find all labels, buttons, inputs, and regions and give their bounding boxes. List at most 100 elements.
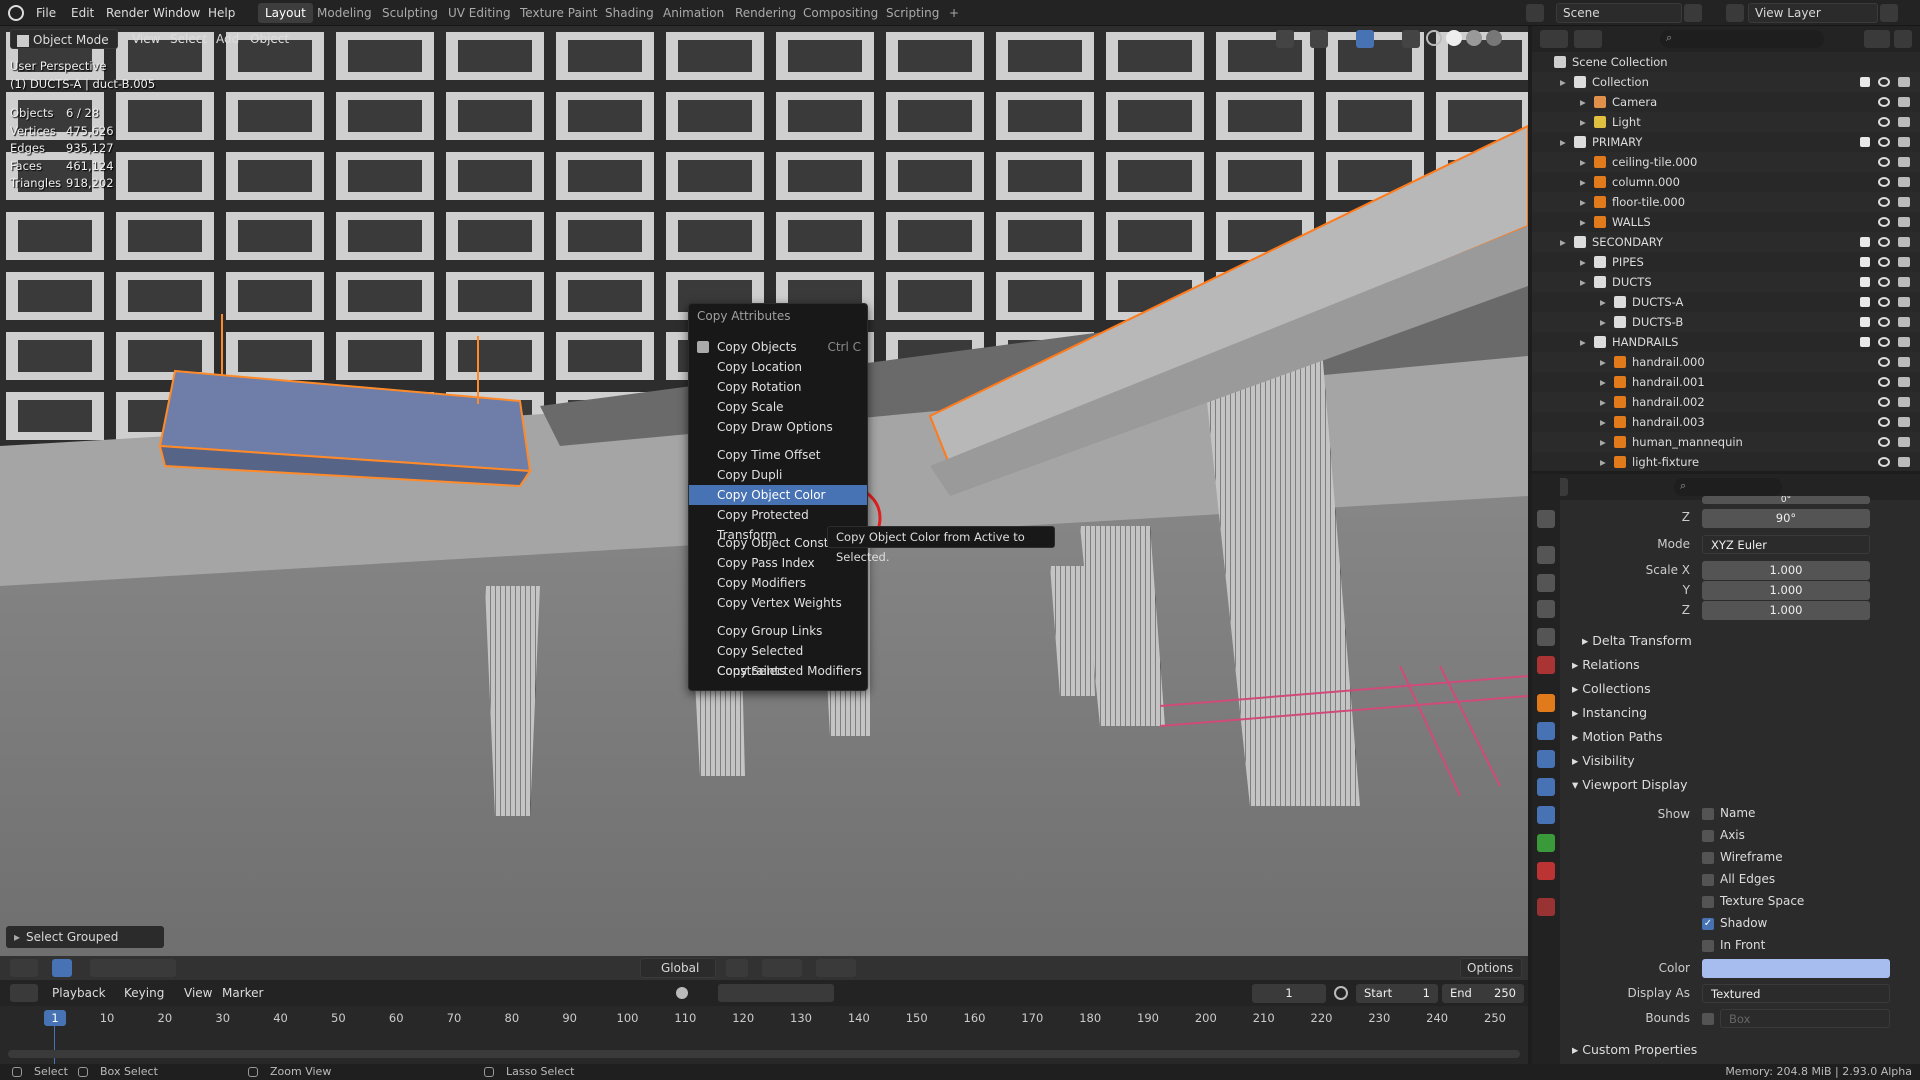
tab-compositing[interactable]: Compositing	[796, 3, 885, 23]
outliner-row-walls[interactable]: ▸ WALLS	[1532, 212, 1920, 232]
pivot-icon[interactable]	[726, 959, 748, 977]
exclude-checkbox[interactable]	[1860, 277, 1870, 287]
tool-tab-icon[interactable]	[1537, 510, 1555, 528]
eye-icon[interactable]	[1878, 357, 1890, 367]
tab-uv-editing[interactable]: UV Editing	[441, 3, 518, 23]
outliner-row-ducts-a[interactable]: ▸ DUCTS-A	[1532, 292, 1920, 312]
filter-icon[interactable]	[1864, 30, 1890, 48]
render-camera-icon[interactable]	[1898, 457, 1910, 467]
eye-icon[interactable]	[1878, 177, 1890, 187]
tab-texture-paint[interactable]: Texture Paint	[513, 3, 604, 23]
expand-arrow-icon[interactable]: ▸	[1580, 332, 1586, 352]
panel-relations[interactable]: ▸ Relations	[1572, 657, 1640, 672]
timeline-editor-type-icon[interactable]	[10, 984, 38, 1002]
show-shadow-checkbox[interactable]: ✓	[1702, 918, 1714, 930]
eye-icon[interactable]	[1878, 457, 1890, 467]
outliner-row-column-000[interactable]: ▸ column.000	[1532, 172, 1920, 192]
render-camera-icon[interactable]	[1898, 77, 1910, 87]
object-color-swatch[interactable]	[1702, 959, 1890, 978]
outliner-row-secondary[interactable]: ▸ SECONDARY	[1532, 232, 1920, 252]
expand-arrow-icon[interactable]: ▸	[1580, 152, 1586, 172]
eye-icon[interactable]	[1878, 117, 1890, 127]
menu-keying[interactable]: Keying	[118, 983, 170, 1003]
outliner-row-pipes[interactable]: ▸ PIPES	[1532, 252, 1920, 272]
expand-arrow-icon[interactable]: ▸	[1560, 232, 1566, 252]
expand-arrow-icon[interactable]: ▸	[1580, 252, 1586, 272]
menu-item-copy-group-links[interactable]: Copy Group Links	[689, 621, 867, 641]
menu-item-copy-selected-modifiers[interactable]: Copy Selected Modifiers	[689, 661, 867, 681]
gizmo-icon[interactable]	[1310, 30, 1328, 48]
xray-icon[interactable]	[1402, 30, 1420, 48]
menu-marker[interactable]: Marker	[216, 983, 269, 1003]
menu-view[interactable]: View	[126, 29, 166, 49]
visibility-icon[interactable]	[1276, 30, 1294, 48]
snap-icon[interactable]	[762, 959, 802, 977]
expand-arrow-icon[interactable]: ▸	[1580, 192, 1586, 212]
expand-arrow-icon[interactable]: ▸	[1600, 392, 1606, 412]
modifier-tab-icon[interactable]	[1537, 722, 1555, 740]
tab-animation[interactable]: Animation	[656, 3, 731, 23]
expand-arrow-icon[interactable]: ▸	[1580, 112, 1586, 132]
world-tab-icon[interactable]	[1537, 656, 1555, 674]
expand-arrow-icon[interactable]: ▸	[1600, 352, 1606, 372]
expand-arrow-icon[interactable]: ▸	[1600, 372, 1606, 392]
last-operator-panel[interactable]: ▸ Select Grouped	[6, 926, 164, 948]
tab-scripting[interactable]: Scripting	[879, 3, 946, 23]
show-all-edges-checkbox[interactable]	[1702, 874, 1714, 886]
render-camera-icon[interactable]	[1898, 97, 1910, 107]
panel-instancing[interactable]: ▸ Instancing	[1572, 705, 1647, 720]
outliner-row-ducts[interactable]: ▸ DUCTS	[1532, 272, 1920, 292]
menu-select[interactable]: Select	[164, 29, 213, 49]
outliner-row-collection[interactable]: ▸ Collection	[1532, 72, 1920, 92]
exclude-checkbox[interactable]	[1860, 337, 1870, 347]
record-icon[interactable]	[676, 987, 688, 999]
menu-item-copy-protected-transform[interactable]: Copy Protected Transform	[689, 505, 867, 542]
eye-icon[interactable]	[1878, 277, 1890, 287]
bounds-checkbox[interactable]	[1702, 1013, 1714, 1025]
render-camera-icon[interactable]	[1898, 357, 1910, 367]
eye-icon[interactable]	[1878, 237, 1890, 247]
outliner-editor-type-icon[interactable]	[1540, 30, 1568, 48]
render-camera-icon[interactable]	[1898, 277, 1910, 287]
render-camera-icon[interactable]	[1898, 337, 1910, 347]
outliner-row-floor-tile-000[interactable]: ▸ floor-tile.000	[1532, 192, 1920, 212]
outliner-row-scene-collection[interactable]: Scene Collection	[1532, 52, 1920, 72]
new-collection-icon[interactable]	[1894, 30, 1912, 48]
object-tab-icon[interactable]	[1537, 694, 1555, 712]
view-layer-selector[interactable]: View Layer	[1748, 3, 1878, 23]
outliner-row-primary[interactable]: ▸ PRIMARY	[1532, 132, 1920, 152]
outliner-row-human-mannequin[interactable]: ▸ human_mannequin	[1532, 432, 1920, 452]
scene-tab-icon[interactable]	[1537, 628, 1555, 646]
expand-arrow-icon[interactable]: ▸	[1600, 432, 1606, 452]
solid-shading-icon[interactable]	[1446, 30, 1462, 46]
menu-edit[interactable]: Edit	[65, 0, 100, 26]
new-view-layer-icon[interactable]	[1880, 4, 1898, 22]
outliner-row-light-fixture[interactable]: ▸ light-fixture	[1532, 452, 1920, 472]
menu-playback[interactable]: Playback	[46, 983, 112, 1003]
view-layer-icon[interactable]	[1726, 4, 1744, 22]
render-camera-icon[interactable]	[1898, 177, 1910, 187]
menu-item-copy-vertex-weights[interactable]: Copy Vertex Weights	[689, 593, 867, 613]
render-camera-icon[interactable]	[1898, 377, 1910, 387]
show-axis-checkbox[interactable]	[1702, 830, 1714, 842]
selection-mode-icons[interactable]	[90, 959, 176, 977]
menu-item-copy-selected-constraints[interactable]: Copy Selected Constraints	[689, 641, 867, 678]
eye-icon[interactable]	[1878, 77, 1890, 87]
particles-tab-icon[interactable]	[1537, 750, 1555, 768]
exclude-checkbox[interactable]	[1860, 317, 1870, 327]
menu-object[interactable]: Object	[244, 29, 295, 49]
rotation-mode-dropdown[interactable]: XYZ Euler	[1702, 535, 1870, 554]
proportional-edit-icon[interactable]	[816, 959, 856, 977]
menu-item-copy-time-offset[interactable]: Copy Time Offset	[689, 445, 867, 465]
eye-icon[interactable]	[1878, 137, 1890, 147]
scene-icon[interactable]	[1526, 4, 1544, 22]
outliner-row-handrails[interactable]: ▸ HANDRAILS	[1532, 332, 1920, 352]
start-frame-field[interactable]: Start 1	[1356, 984, 1438, 1003]
menu-item-copy-modifiers[interactable]: Copy Modifiers	[689, 573, 867, 593]
eye-icon[interactable]	[1878, 317, 1890, 327]
outliner-row-handrail-002[interactable]: ▸ handrail.002	[1532, 392, 1920, 412]
eye-icon[interactable]	[1878, 157, 1890, 167]
physics-tab-icon[interactable]	[1537, 778, 1555, 796]
current-frame-field[interactable]: 1	[1252, 984, 1326, 1003]
menu-timeline-view[interactable]: View	[178, 983, 218, 1003]
